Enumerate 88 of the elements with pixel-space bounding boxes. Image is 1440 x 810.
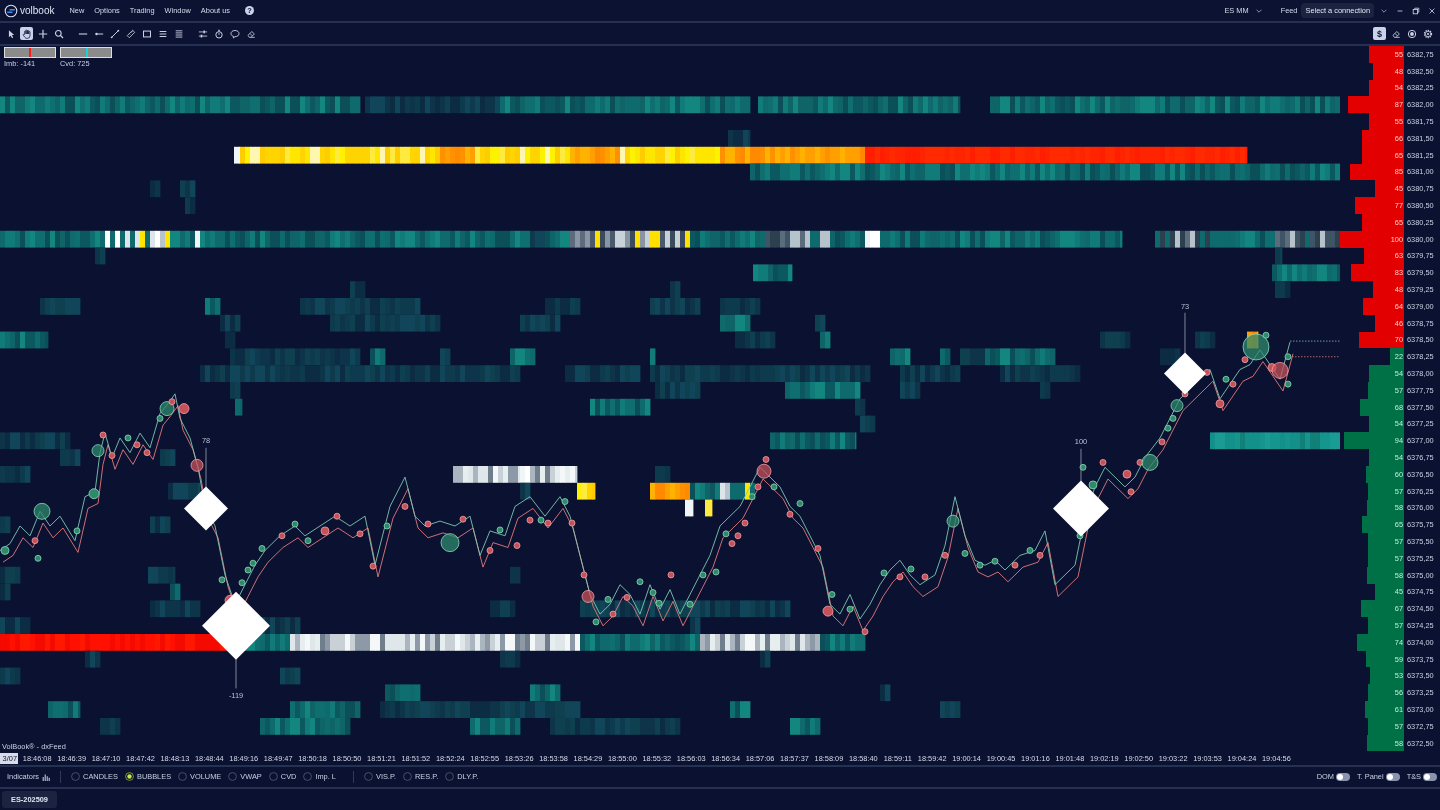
target-icon [1406, 28, 1417, 39]
radio-button[interactable] [228, 772, 238, 782]
trade-bubble [440, 533, 460, 553]
trade-bubble [1215, 399, 1225, 409]
trade-bubble [369, 562, 377, 570]
rectangle-icon [141, 28, 152, 39]
trade-bubble [592, 618, 600, 626]
toggle-switch[interactable] [1335, 772, 1350, 781]
tool-button[interactable] [140, 27, 153, 40]
trade-bubble [88, 488, 100, 500]
trade-bubble [108, 452, 116, 459]
trade-bubble [91, 444, 105, 458]
trade-bubble [178, 403, 190, 414]
lines-icon [157, 28, 168, 39]
sliders-icon [197, 28, 208, 39]
logo-icon [4, 3, 18, 18]
tool-button[interactable] [108, 27, 121, 40]
gear-icon [1422, 28, 1433, 39]
trade-bubble [486, 547, 494, 554]
trade-bubble [31, 537, 39, 545]
trade-bubble [941, 551, 949, 559]
trade-bubble [424, 520, 432, 528]
trade-bubble [0, 546, 10, 555]
trade-bubble [1127, 488, 1135, 496]
trade-bubble [667, 571, 675, 579]
trade-bubble [846, 605, 854, 613]
close-button[interactable] [1428, 6, 1436, 15]
radio-button[interactable] [178, 772, 188, 782]
trade-bubble [568, 519, 576, 527]
radio-button[interactable] [303, 772, 313, 782]
tool-button[interactable] [20, 27, 33, 40]
magnifier-icon [53, 28, 64, 39]
trade-bubble [822, 605, 834, 617]
radio-button[interactable] [268, 772, 278, 782]
trade-bubble [814, 545, 822, 552]
bar-chart-icon [42, 772, 51, 781]
radio-button[interactable] [402, 772, 412, 782]
tool-button[interactable]: $ [1373, 27, 1386, 40]
restore-icon [1412, 6, 1420, 15]
close-icon [1428, 6, 1436, 15]
price-guide-line [1289, 340, 1340, 342]
trade-bubble [1099, 459, 1107, 466]
trade-bubble [356, 530, 364, 538]
trade-bubble [580, 571, 588, 579]
tool-button[interactable] [1405, 27, 1418, 40]
trade-bubble [383, 522, 391, 530]
stopwatch-icon [213, 28, 224, 39]
logo-text: volbook [20, 5, 55, 16]
radio-button[interactable] [71, 772, 81, 782]
radio-button[interactable] [124, 772, 134, 782]
trade-bubble [581, 590, 595, 603]
ruler-icon [125, 28, 136, 39]
restore-button[interactable] [1412, 6, 1420, 15]
eraser-icon [245, 28, 256, 39]
toggle-switch[interactable] [1423, 772, 1437, 781]
trade-bubble [218, 576, 226, 584]
price-guide-line [1291, 356, 1340, 358]
tool-button[interactable] [52, 27, 65, 40]
tool-button[interactable] [228, 27, 241, 40]
trade-bubble [861, 628, 869, 636]
trade-bubble [401, 503, 409, 510]
trade-bubble [513, 542, 521, 549]
trade-bubble [1079, 463, 1087, 471]
speech-bubble-icon [229, 28, 240, 39]
radio-button[interactable] [363, 772, 373, 782]
tool-button[interactable] [124, 27, 137, 40]
trade-bubble [1203, 369, 1211, 376]
trade-bubble [73, 527, 81, 535]
tool-button[interactable] [36, 27, 49, 40]
trade-bubble [496, 526, 504, 534]
crosshair-icon [37, 28, 48, 39]
trade-bubble [561, 498, 569, 505]
radio-button[interactable] [445, 772, 455, 782]
trade-bubble [686, 600, 694, 608]
trade-bubble [946, 514, 960, 528]
eraser-icon [1390, 28, 1401, 39]
trade-bubble [459, 515, 467, 523]
toggle-switch[interactable] [1385, 772, 1400, 781]
trade-bubble [99, 431, 107, 439]
trade-bubble [828, 591, 836, 598]
tool-button[interactable] [1421, 27, 1434, 40]
trade-bubble [190, 458, 204, 472]
hand-icon [21, 28, 32, 39]
diagonal-line-icon [109, 28, 120, 39]
trade-bubble [34, 554, 42, 562]
lines-icon [173, 28, 184, 39]
trade-bubble [33, 502, 51, 520]
tool-button[interactable] [212, 27, 225, 40]
